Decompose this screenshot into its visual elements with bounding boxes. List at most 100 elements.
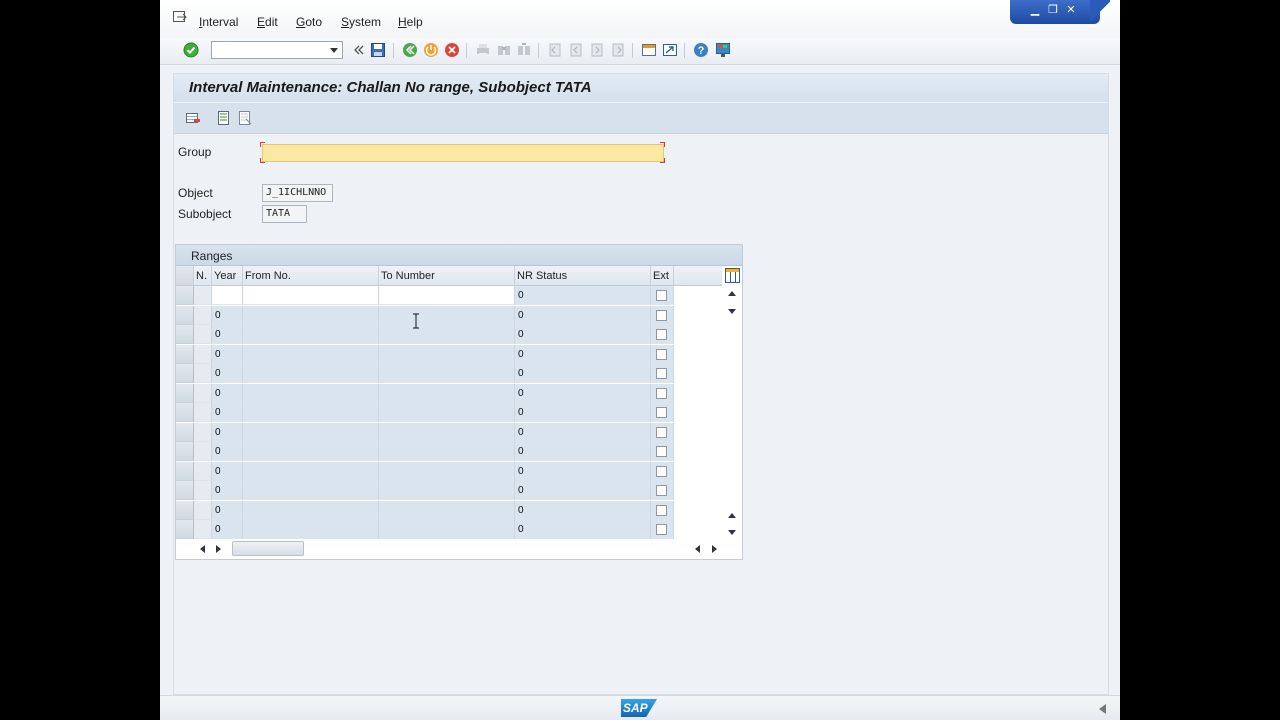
cell-year[interactable]: 0	[212, 481, 243, 500]
find-icon[interactable]	[496, 42, 512, 58]
scroll-left-icon[interactable]	[200, 545, 205, 553]
cell-from-no[interactable]	[243, 383, 379, 403]
cell-from-no[interactable]	[243, 461, 379, 481]
cell-from-no[interactable]	[243, 325, 379, 344]
cell-n[interactable]	[194, 383, 212, 403]
column-header-from-no[interactable]: From No.	[243, 266, 379, 286]
column-header-n[interactable]: N.	[194, 266, 212, 286]
ext-checkbox[interactable]	[656, 407, 667, 418]
cell-n[interactable]	[194, 364, 212, 383]
cell-year[interactable]: 0	[212, 442, 243, 461]
horizontal-scroll-thumb[interactable]	[232, 541, 304, 556]
row-selector[interactable]	[176, 500, 194, 520]
exit-icon[interactable]	[423, 42, 439, 58]
previous-page-icon[interactable]	[568, 42, 584, 58]
cell-from-no[interactable]	[243, 364, 379, 383]
help-icon[interactable]: ?	[693, 42, 709, 58]
cell-nr-status[interactable]: 0	[515, 383, 651, 403]
cell-year[interactable]: 0	[212, 422, 243, 442]
enter-check-icon[interactable]	[183, 42, 199, 58]
cell-year[interactable]: 0	[212, 344, 243, 364]
cell-nr-status[interactable]: 0	[515, 481, 651, 500]
column-header-to-number[interactable]: To Number	[379, 266, 515, 286]
scroll-left-end-icon[interactable]	[695, 545, 700, 553]
column-header-year[interactable]: Year	[212, 266, 243, 286]
table-settings-icon[interactable]	[725, 268, 740, 283]
cell-from-no[interactable]	[243, 442, 379, 461]
cell-from-no[interactable]	[243, 422, 379, 442]
shortcut-icon[interactable]	[662, 42, 678, 58]
close-icon[interactable]: ✕	[1064, 4, 1078, 17]
vertical-scrollbar[interactable]	[724, 286, 740, 538]
cell-n[interactable]	[194, 481, 212, 500]
scroll-page-up-icon[interactable]	[728, 513, 736, 518]
cell-nr-status[interactable]: 0	[515, 500, 651, 520]
scroll-right-icon[interactable]	[216, 545, 221, 553]
customize-layout-icon[interactable]	[715, 42, 731, 58]
group-input[interactable]	[262, 144, 664, 162]
command-field[interactable]	[211, 41, 343, 59]
delete-group-icon[interactable]	[185, 110, 201, 126]
cell-year[interactable]	[212, 286, 243, 305]
ext-checkbox[interactable]	[656, 290, 667, 301]
select-all-icon[interactable]	[216, 110, 232, 126]
cell-to-number[interactable]	[379, 520, 515, 539]
scroll-down-icon[interactable]	[728, 309, 736, 314]
status-toggle-icon[interactable]	[1099, 704, 1106, 714]
scroll-right-end-icon[interactable]	[712, 545, 717, 553]
print-icon[interactable]	[475, 42, 491, 58]
cell-to-number[interactable]	[379, 344, 515, 364]
row-selector[interactable]	[176, 383, 194, 403]
ext-checkbox[interactable]	[656, 524, 667, 535]
cancel-icon[interactable]	[444, 42, 460, 58]
cell-nr-status[interactable]: 0	[515, 344, 651, 364]
cell-n[interactable]	[194, 286, 212, 305]
row-selector[interactable]	[176, 305, 194, 325]
select-all-rows-button[interactable]	[176, 266, 194, 286]
ext-checkbox[interactable]	[656, 465, 667, 477]
cell-from-no[interactable]	[243, 403, 379, 422]
ext-checkbox[interactable]	[656, 426, 667, 438]
cell-nr-status[interactable]: 0	[515, 403, 651, 422]
scroll-up-icon[interactable]	[728, 291, 736, 296]
cell-to-number[interactable]	[379, 442, 515, 461]
menu-goto[interactable]: Goto	[296, 15, 322, 29]
cell-to-number[interactable]	[379, 383, 515, 403]
create-session-icon[interactable]	[641, 42, 657, 58]
ext-checkbox[interactable]	[656, 368, 667, 379]
menu-system[interactable]: System	[341, 15, 381, 29]
cell-n[interactable]	[194, 500, 212, 520]
ext-checkbox[interactable]	[656, 387, 667, 399]
save-icon[interactable]	[370, 42, 386, 58]
cell-year[interactable]: 0	[212, 305, 243, 325]
row-selector[interactable]	[176, 422, 194, 442]
cell-year[interactable]: 0	[212, 403, 243, 422]
ext-checkbox[interactable]	[656, 504, 667, 516]
cell-n[interactable]	[194, 442, 212, 461]
cell-nr-status[interactable]: 0	[515, 325, 651, 344]
menu-exit-icon[interactable]	[173, 11, 187, 23]
cell-nr-status[interactable]: 0	[515, 422, 651, 442]
ext-checkbox[interactable]	[656, 348, 667, 360]
cell-year[interactable]: 0	[212, 461, 243, 481]
ext-checkbox[interactable]	[656, 309, 667, 321]
deselect-all-icon[interactable]	[237, 110, 253, 126]
cell-year[interactable]: 0	[212, 325, 243, 344]
row-selector[interactable]	[176, 520, 194, 539]
chevron-down-icon[interactable]	[330, 48, 338, 53]
find-next-icon[interactable]	[516, 42, 532, 58]
minimize-icon[interactable]: ▁	[1028, 4, 1042, 17]
cell-n[interactable]	[194, 520, 212, 539]
cell-nr-status[interactable]: 0	[515, 442, 651, 461]
cell-to-number[interactable]	[379, 422, 515, 442]
cell-from-no[interactable]	[243, 305, 379, 325]
row-selector[interactable]	[176, 403, 194, 422]
cell-to-number[interactable]	[379, 305, 515, 325]
cell-nr-status[interactable]: 0	[515, 286, 651, 305]
cell-to-number[interactable]	[379, 286, 515, 305]
next-page-icon[interactable]	[589, 42, 605, 58]
row-selector[interactable]	[176, 286, 194, 305]
column-header-nr-status[interactable]: NR Status	[515, 266, 651, 286]
ext-checkbox[interactable]	[656, 446, 667, 457]
cell-n[interactable]	[194, 344, 212, 364]
